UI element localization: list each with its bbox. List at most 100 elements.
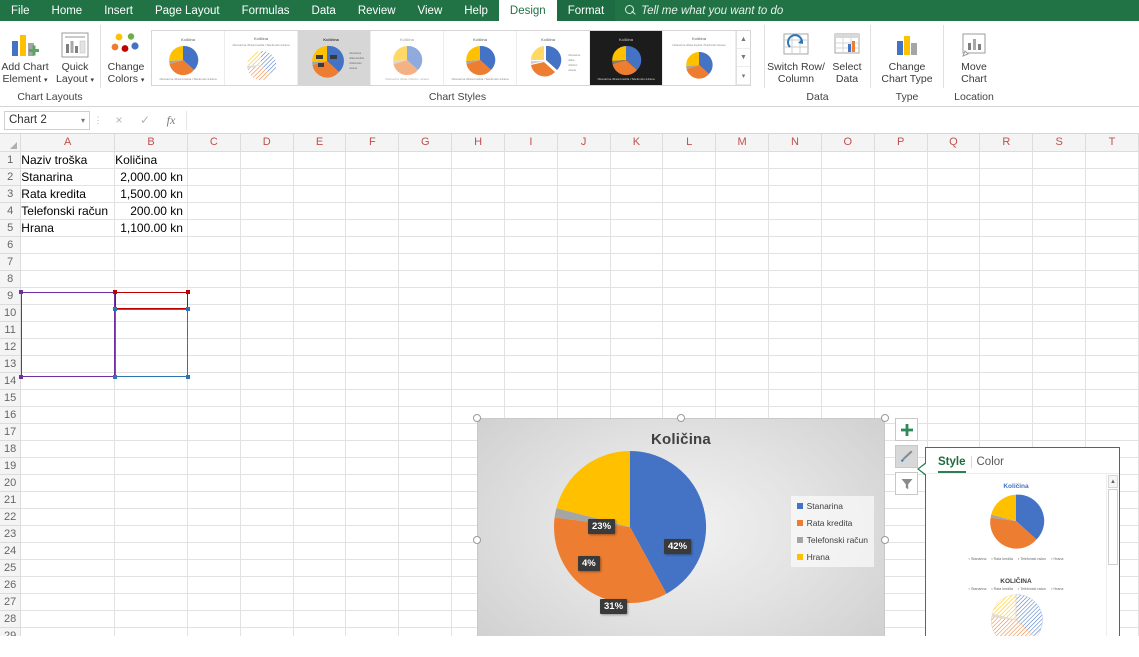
chart-handle-ml[interactable]	[473, 536, 481, 544]
cell-E24[interactable]	[293, 542, 347, 560]
tab-insert[interactable]: Insert	[93, 0, 144, 21]
cell-A22[interactable]	[20, 508, 116, 526]
cell-O11[interactable]	[821, 321, 875, 339]
cell-F20[interactable]	[345, 474, 400, 492]
cell-D10[interactable]	[240, 304, 294, 322]
cell-H14[interactable]	[451, 372, 505, 390]
cell-F12[interactable]	[345, 338, 400, 356]
cell-A25[interactable]	[20, 559, 116, 577]
cell-T15[interactable]	[1085, 389, 1139, 407]
cell-J10[interactable]	[557, 304, 611, 322]
cell-J5[interactable]	[557, 219, 611, 237]
cell-K13[interactable]	[610, 355, 664, 373]
row-header-7[interactable]: 7	[0, 253, 22, 271]
cell-D1[interactable]	[240, 151, 294, 169]
cell-S10[interactable]	[1032, 304, 1087, 322]
cell-H4[interactable]	[451, 202, 505, 220]
cell-M1[interactable]	[715, 151, 769, 169]
cell-J14[interactable]	[557, 372, 611, 390]
cell-L14[interactable]	[662, 372, 717, 390]
cell-K6[interactable]	[610, 236, 664, 254]
cancel-icon[interactable]: ×	[106, 110, 132, 130]
cell-I6[interactable]	[504, 236, 558, 254]
cell-K12[interactable]	[610, 338, 664, 356]
cell-L9[interactable]	[662, 287, 717, 305]
row-header-21[interactable]: 21	[0, 491, 22, 509]
cell-K7[interactable]	[610, 253, 664, 271]
cell-F17[interactable]	[345, 423, 400, 441]
cell-D12[interactable]	[240, 338, 294, 356]
enter-icon[interactable]: ✓	[132, 110, 158, 130]
cell-C12[interactable]	[187, 338, 241, 356]
cell-O13[interactable]	[821, 355, 875, 373]
cell-D17[interactable]	[240, 423, 294, 441]
chart-handle-tc[interactable]	[677, 414, 685, 422]
cell-Q17[interactable]	[927, 423, 981, 441]
cell-G5[interactable]	[398, 219, 453, 237]
cell-M5[interactable]	[715, 219, 769, 237]
cell-R11[interactable]	[979, 321, 1034, 339]
cell-C16[interactable]	[187, 406, 241, 424]
cell-G19[interactable]	[398, 457, 453, 475]
cell-B16[interactable]	[114, 406, 188, 424]
row-header-1[interactable]: 1	[0, 151, 22, 169]
column-header-f[interactable]: F	[345, 134, 400, 152]
cell-G24[interactable]	[398, 542, 453, 560]
cell-O7[interactable]	[821, 253, 875, 271]
cell-B4[interactable]: 200.00 kn	[114, 202, 188, 220]
cell-D6[interactable]	[240, 236, 294, 254]
chart-style-thumb-2[interactable]: Količina ▪Stanarina ▪Rata kredita ▪Telef…	[225, 31, 298, 85]
chart-handle-mr[interactable]	[881, 536, 889, 544]
cell-R14[interactable]	[979, 372, 1034, 390]
cell-E19[interactable]	[293, 457, 347, 475]
cell-L7[interactable]	[662, 253, 717, 271]
cell-B22[interactable]	[114, 508, 188, 526]
chart-style-thumb-6[interactable]: Količina ▪Stanarina ▪Rata ▪Telefon ▪Hrana	[517, 31, 590, 85]
cell-S1[interactable]	[1032, 151, 1087, 169]
cell-Q14[interactable]	[927, 372, 981, 390]
cell-R3[interactable]	[979, 185, 1034, 203]
cell-T16[interactable]	[1085, 406, 1139, 424]
tab-view[interactable]: View	[407, 0, 454, 21]
cell-D24[interactable]	[240, 542, 294, 560]
chart-style-thumb-4[interactable]: Količina ▪Stanarina ▪Rata ▪Telefon ▪Hran…	[371, 31, 444, 85]
cell-Q5[interactable]	[927, 219, 981, 237]
cell-J6[interactable]	[557, 236, 611, 254]
cell-A24[interactable]	[20, 542, 116, 560]
cell-F22[interactable]	[345, 508, 400, 526]
row-header-15[interactable]: 15	[0, 389, 22, 407]
cell-F7[interactable]	[345, 253, 400, 271]
cell-K10[interactable]	[610, 304, 664, 322]
cell-R2[interactable]	[979, 168, 1034, 186]
cell-S5[interactable]	[1032, 219, 1087, 237]
cell-D27[interactable]	[240, 593, 294, 611]
gallery-scroll-up[interactable]: ▲	[737, 31, 750, 49]
cell-J4[interactable]	[557, 202, 611, 220]
cell-S2[interactable]	[1032, 168, 1087, 186]
cell-L5[interactable]	[662, 219, 717, 237]
cell-M15[interactable]	[715, 389, 769, 407]
cell-F2[interactable]	[345, 168, 400, 186]
cell-K1[interactable]	[610, 151, 664, 169]
cell-C25[interactable]	[187, 559, 241, 577]
cell-B14[interactable]	[114, 372, 188, 390]
cell-B12[interactable]	[114, 338, 188, 356]
cell-G16[interactable]	[398, 406, 453, 424]
quick-layout-button[interactable]: Quick Layout ▾	[50, 25, 100, 86]
cell-M8[interactable]	[715, 270, 769, 288]
row-header-23[interactable]: 23	[0, 525, 22, 543]
chart-elements-button[interactable]	[895, 418, 918, 441]
cell-G10[interactable]	[398, 304, 453, 322]
cell-G23[interactable]	[398, 525, 453, 543]
cell-G17[interactable]	[398, 423, 453, 441]
cell-A4[interactable]: Telefonski račun	[20, 202, 116, 220]
cell-E26[interactable]	[293, 576, 347, 594]
cell-O6[interactable]	[821, 236, 875, 254]
cell-I5[interactable]	[504, 219, 558, 237]
cell-I7[interactable]	[504, 253, 558, 271]
cell-P10[interactable]	[874, 304, 928, 322]
cell-Q6[interactable]	[927, 236, 981, 254]
cell-A17[interactable]	[20, 423, 116, 441]
cell-T3[interactable]	[1085, 185, 1139, 203]
cell-A28[interactable]	[20, 610, 116, 628]
